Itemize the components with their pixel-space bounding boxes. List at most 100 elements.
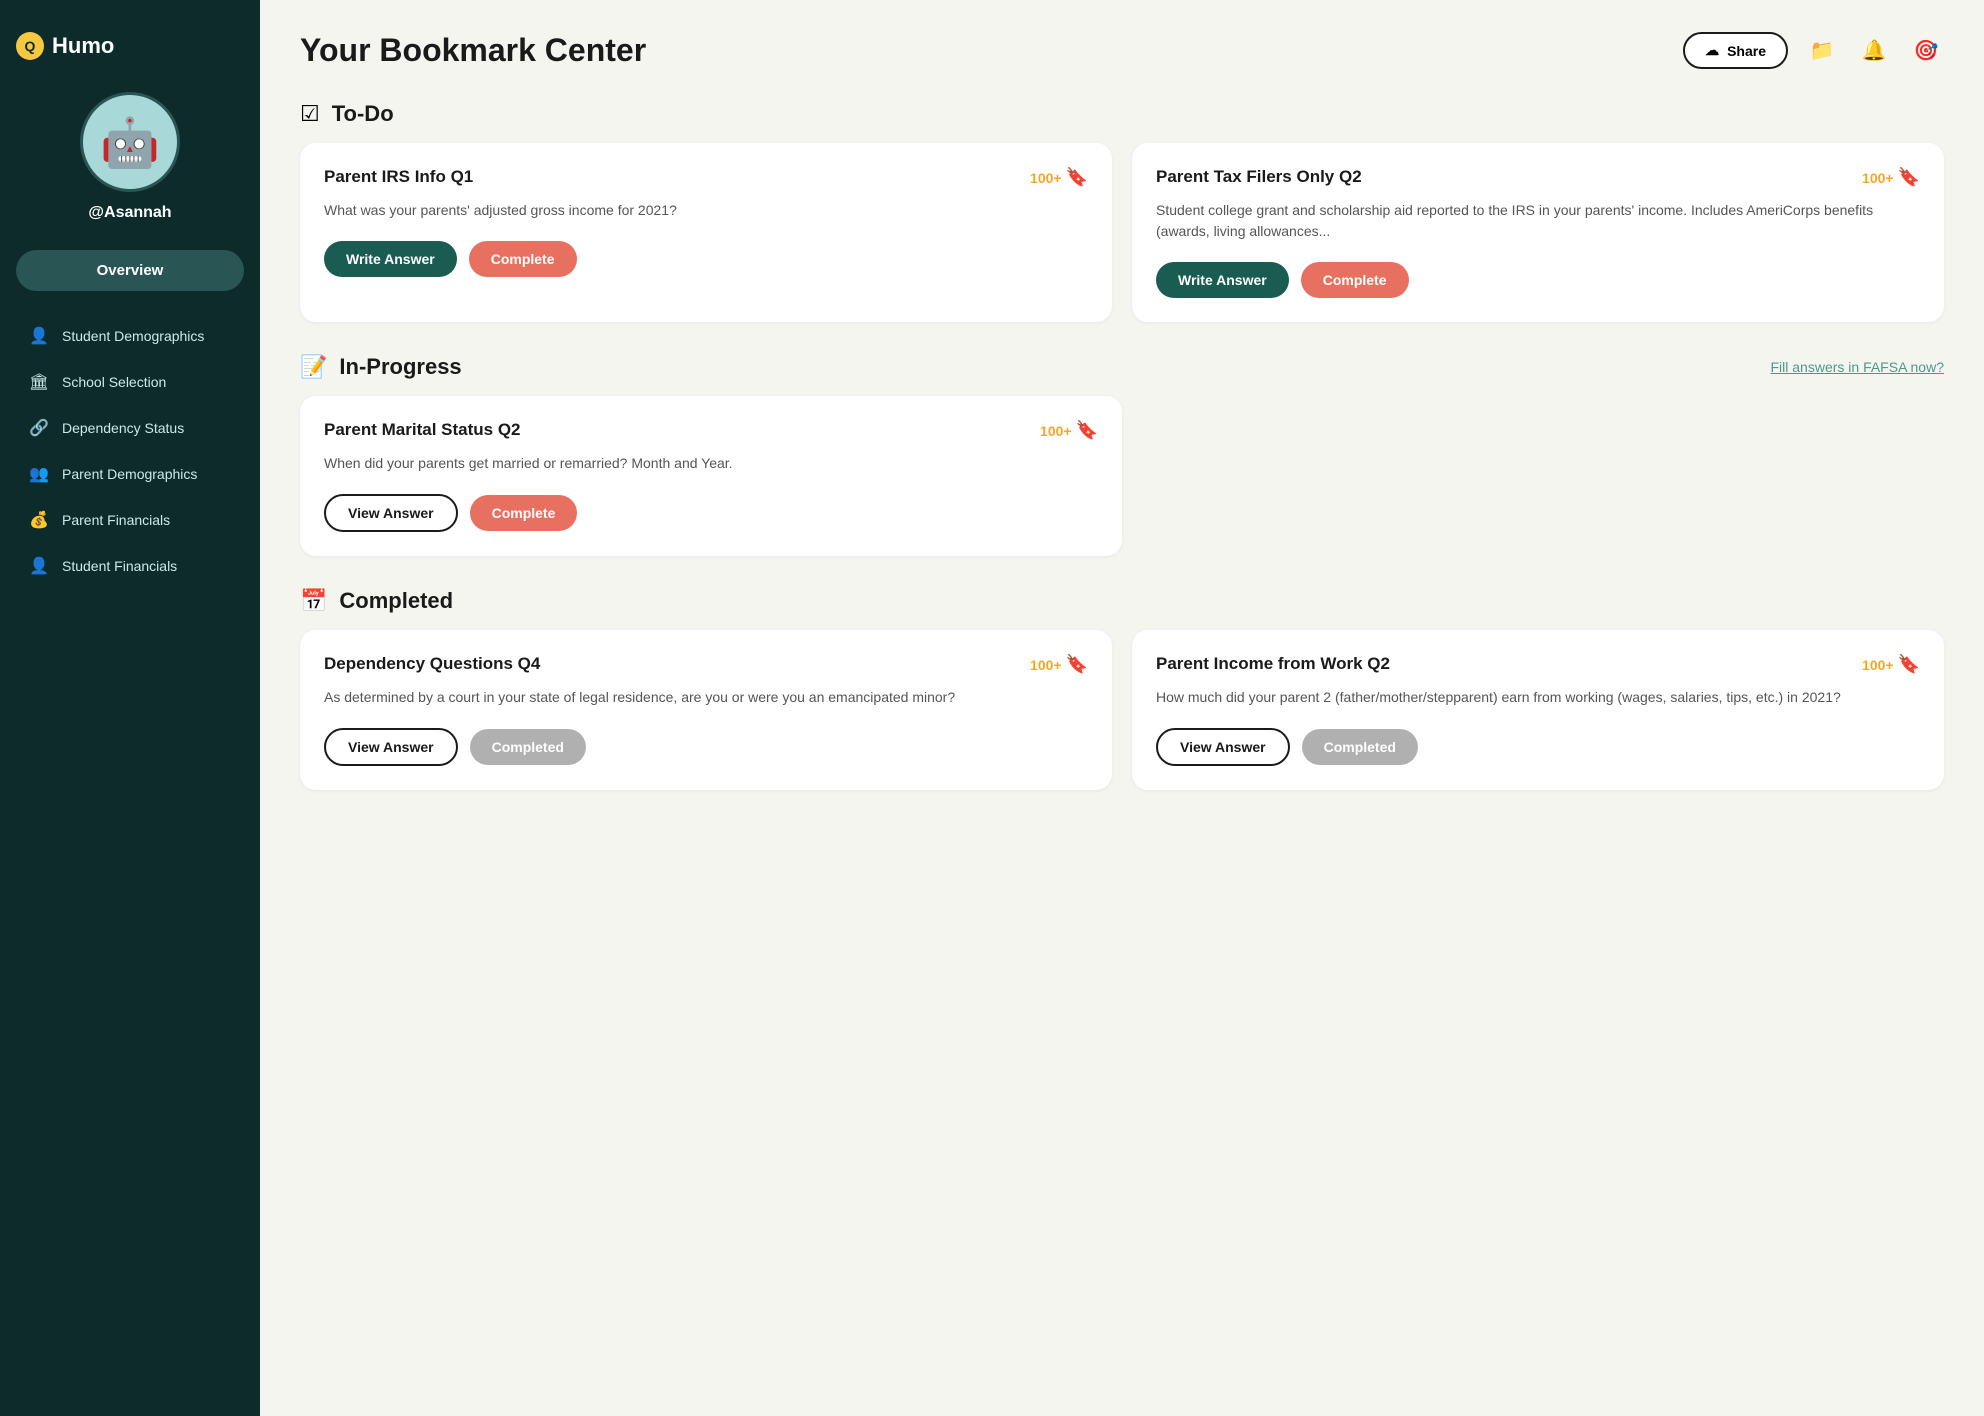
username-label: @Asannah xyxy=(88,204,171,222)
todo-section: ☑ To-Do Parent IRS Info Q1 100+ 🔖 What w… xyxy=(300,101,1944,322)
student-demographics-icon: 👤 xyxy=(28,325,50,347)
card-description: Student college grant and scholarship ai… xyxy=(1156,200,1920,242)
sidebar-item-label: Student Demographics xyxy=(62,328,204,344)
logo-icon: Q xyxy=(16,32,44,60)
card-badge: 100+ 🔖 xyxy=(1040,420,1098,441)
completed-section-header: 📅 Completed xyxy=(300,588,1944,614)
card-badge: 100+ 🔖 xyxy=(1030,167,1088,188)
sidebar-item-label: Parent Financials xyxy=(62,512,170,528)
card-top: Dependency Questions Q4 100+ 🔖 xyxy=(324,654,1088,675)
badge-value: 100+ xyxy=(1040,423,1072,439)
main-header: Your Bookmark Center ☁ Share 📁 🔔 🎯 xyxy=(300,32,1944,69)
dependency-status-icon: 🔗 xyxy=(28,417,50,439)
todo-card-2: Parent Tax Filers Only Q2 100+ 🔖 Student… xyxy=(1132,143,1944,322)
completed-title: Completed xyxy=(339,588,453,614)
card-description: What was your parents' adjusted gross in… xyxy=(324,200,1088,221)
sidebar-item-label: Parent Demographics xyxy=(62,466,197,482)
completed-card-2: Parent Income from Work Q2 100+ 🔖 How mu… xyxy=(1132,630,1944,790)
card-actions: View Answer Complete xyxy=(324,494,1098,532)
sidebar-nav: 👤 Student Demographics 🏛 School Selectio… xyxy=(16,315,244,587)
sidebar-item-parent-financials[interactable]: 💰 Parent Financials xyxy=(16,499,244,541)
card-badge: 100+ 🔖 xyxy=(1862,654,1920,675)
in-progress-icon: 📝 xyxy=(300,354,327,380)
card-top: Parent Income from Work Q2 100+ 🔖 xyxy=(1156,654,1920,675)
todo-card-1: Parent IRS Info Q1 100+ 🔖 What was your … xyxy=(300,143,1112,322)
sidebar-item-label: School Selection xyxy=(62,374,166,390)
card-title: Parent Tax Filers Only Q2 xyxy=(1156,167,1862,187)
view-answer-button[interactable]: View Answer xyxy=(324,728,458,766)
completed-button[interactable]: Completed xyxy=(1302,729,1418,765)
overview-button[interactable]: Overview xyxy=(16,250,244,291)
todo-title: To-Do xyxy=(332,101,394,127)
card-title: Parent IRS Info Q1 xyxy=(324,167,1030,187)
avatar-area: 🤖 @Asannah xyxy=(80,92,180,222)
card-description: How much did your parent 2 (father/mothe… xyxy=(1156,687,1920,708)
in-progress-title-row: 📝 In-Progress xyxy=(300,354,462,380)
complete-button[interactable]: Complete xyxy=(470,495,578,531)
write-answer-button[interactable]: Write Answer xyxy=(324,241,457,277)
badge-value: 100+ xyxy=(1862,170,1894,186)
card-description: As determined by a court in your state o… xyxy=(324,687,1088,708)
parent-demographics-icon: 👥 xyxy=(28,463,50,485)
main-content: Your Bookmark Center ☁ Share 📁 🔔 🎯 ☑ To-… xyxy=(260,0,1984,1416)
todo-section-header: ☑ To-Do xyxy=(300,101,1944,127)
bell-icon[interactable]: 🔔 xyxy=(1856,33,1892,69)
completed-button[interactable]: Completed xyxy=(470,729,586,765)
complete-button[interactable]: Complete xyxy=(1301,262,1409,298)
bookmark-icon: 🔖 xyxy=(1066,167,1088,188)
view-answer-button[interactable]: View Answer xyxy=(1156,728,1290,766)
todo-cards-grid: Parent IRS Info Q1 100+ 🔖 What was your … xyxy=(300,143,1944,322)
card-actions: Write Answer Complete xyxy=(1156,262,1920,298)
completed-section: 📅 Completed Dependency Questions Q4 100+… xyxy=(300,588,1944,790)
completed-card-1: Dependency Questions Q4 100+ 🔖 As determ… xyxy=(300,630,1112,790)
sidebar-item-student-financials[interactable]: 👤 Student Financials xyxy=(16,545,244,587)
sidebar-item-label: Student Financials xyxy=(62,558,177,574)
bookmark-icon: 🔖 xyxy=(1898,654,1920,675)
sidebar: Q Humo 🤖 @Asannah Overview 👤 Student Dem… xyxy=(0,0,260,1416)
bookmark-icon: 🔖 xyxy=(1066,654,1088,675)
in-progress-section-header: 📝 In-Progress Fill answers in FAFSA now? xyxy=(300,354,1944,380)
avatar: 🤖 xyxy=(80,92,180,192)
complete-button[interactable]: Complete xyxy=(469,241,577,277)
card-badge: 100+ 🔖 xyxy=(1030,654,1088,675)
card-top: Parent Tax Filers Only Q2 100+ 🔖 xyxy=(1156,167,1920,188)
completed-cards-grid: Dependency Questions Q4 100+ 🔖 As determ… xyxy=(300,630,1944,790)
card-top: Parent IRS Info Q1 100+ 🔖 xyxy=(324,167,1088,188)
bookmark-icon: 🔖 xyxy=(1898,167,1920,188)
card-description: When did your parents get married or rem… xyxy=(324,453,1098,474)
card-title: Dependency Questions Q4 xyxy=(324,654,1030,674)
todo-icon: ☑ xyxy=(300,101,320,127)
card-badge: 100+ 🔖 xyxy=(1862,167,1920,188)
sidebar-item-dependency-status[interactable]: 🔗 Dependency Status xyxy=(16,407,244,449)
sidebar-item-school-selection[interactable]: 🏛 School Selection xyxy=(16,361,244,403)
sidebar-item-label: Dependency Status xyxy=(62,420,184,436)
school-selection-icon: 🏛 xyxy=(28,371,50,393)
sidebar-item-student-demographics[interactable]: 👤 Student Demographics xyxy=(16,315,244,357)
target-icon[interactable]: 🎯 xyxy=(1908,33,1944,69)
logo-area: Q Humo xyxy=(16,32,114,60)
badge-value: 100+ xyxy=(1862,657,1894,673)
write-answer-button[interactable]: Write Answer xyxy=(1156,262,1289,298)
card-actions: View Answer Completed xyxy=(1156,728,1920,766)
header-actions: ☁ Share 📁 🔔 🎯 xyxy=(1683,32,1944,69)
sidebar-item-parent-demographics[interactable]: 👥 Parent Demographics xyxy=(16,453,244,495)
folder-icon[interactable]: 📁 xyxy=(1804,33,1840,69)
page-title: Your Bookmark Center xyxy=(300,32,646,69)
card-title: Parent Income from Work Q2 xyxy=(1156,654,1862,674)
card-actions: Write Answer Complete xyxy=(324,241,1088,277)
in-progress-cards: Parent Marital Status Q2 100+ 🔖 When did… xyxy=(300,396,1122,556)
in-progress-card-1: Parent Marital Status Q2 100+ 🔖 When did… xyxy=(300,396,1122,556)
badge-value: 100+ xyxy=(1030,657,1062,673)
share-label: Share xyxy=(1727,43,1766,59)
parent-financials-icon: 💰 xyxy=(28,509,50,531)
in-progress-title: In-Progress xyxy=(339,354,461,380)
badge-value: 100+ xyxy=(1030,170,1062,186)
view-answer-button[interactable]: View Answer xyxy=(324,494,458,532)
bookmark-icon: 🔖 xyxy=(1076,420,1098,441)
student-financials-icon: 👤 xyxy=(28,555,50,577)
share-button[interactable]: ☁ Share xyxy=(1683,32,1788,69)
card-top: Parent Marital Status Q2 100+ 🔖 xyxy=(324,420,1098,441)
todo-title-row: ☑ To-Do xyxy=(300,101,394,127)
completed-icon: 📅 xyxy=(300,588,327,614)
fill-fafsa-link[interactable]: Fill answers in FAFSA now? xyxy=(1770,359,1944,375)
